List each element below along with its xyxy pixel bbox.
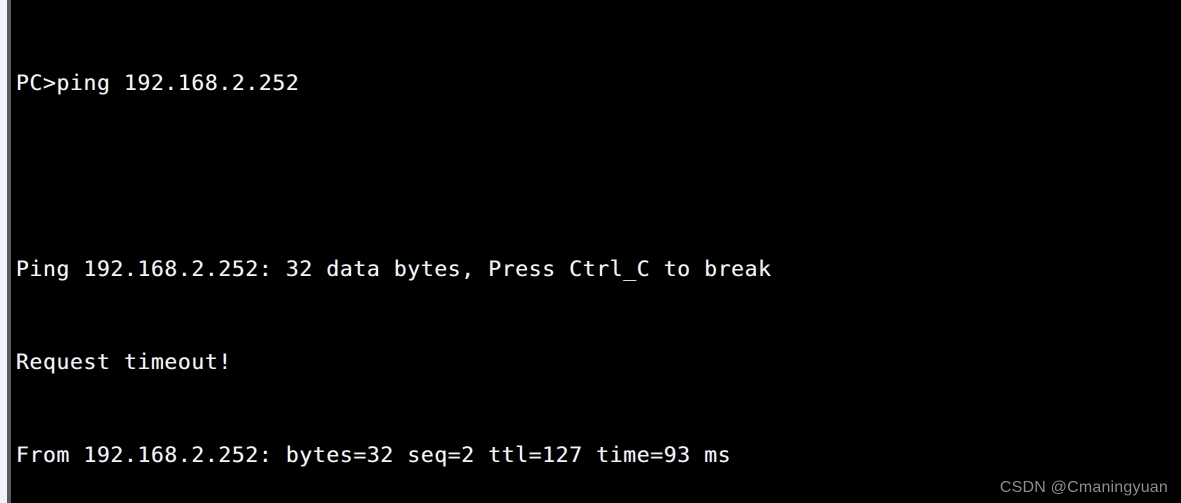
console-line-command: PC>ping 192.168.2.252 [16,71,300,96]
terminal-window[interactable]: PC>ping 192.168.2.252 Ping 192.168.2.252… [11,0,1181,503]
csdn-watermark: CSDN @Cmaningyuan [999,479,1168,496]
terminal-screenshot: PC>ping 192.168.2.252 Ping 192.168.2.252… [0,0,1181,503]
console-line-reply-seq-2: From 192.168.2.252: bytes=32 seq=2 ttl=1… [16,443,732,468]
console-line-ping-header: Ping 192.168.2.252: 32 data bytes, Press… [16,257,772,282]
page-left-margin-strip [0,0,7,503]
console-line-blank-1 [16,161,772,192]
console-line-request-timeout: Request timeout! [16,350,232,375]
console-output: PC>ping 192.168.2.252 Ping 192.168.2.252… [16,6,772,503]
